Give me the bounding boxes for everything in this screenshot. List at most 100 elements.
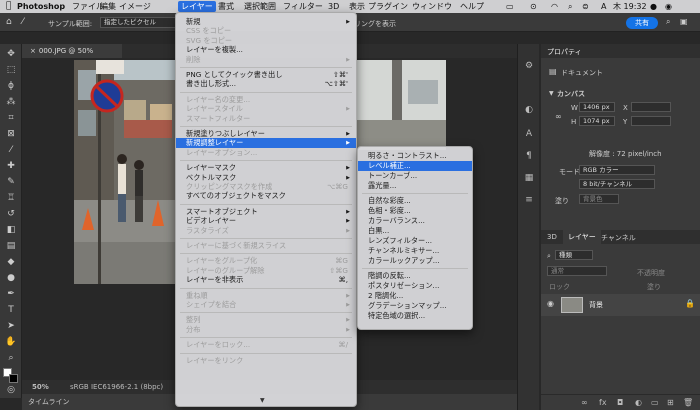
3d-tab[interactable]: 3D: [547, 233, 557, 241]
stamp-tool-icon[interactable]: ♖: [4, 192, 18, 204]
adjust_menu-item[interactable]: 色相・彩度...: [358, 206, 472, 216]
show-ring-label[interactable]: リングを表示: [354, 19, 396, 29]
layer-kind-filter[interactable]: 種類: [555, 250, 593, 260]
menu-edit[interactable]: 編集: [100, 1, 116, 12]
adjust_menu-item[interactable]: 2 階調化...: [358, 291, 472, 301]
adjust_menu-item[interactable]: グラデーションマップ...: [358, 301, 472, 311]
document-image[interactable]: [74, 60, 176, 284]
quick-select-tool-icon[interactable]: ⁂: [4, 96, 18, 108]
pen-tool-icon[interactable]: ✒: [4, 288, 18, 300]
blend-mode-select[interactable]: 通常: [547, 266, 607, 276]
document-image-right[interactable]: [356, 60, 446, 150]
eyedropper-tool-icon[interactable]: ⁄: [22, 17, 24, 27]
battery-icon[interactable]: ▭: [506, 1, 514, 12]
swatches-icon[interactable]: ≡: [523, 194, 535, 206]
share-button[interactable]: 共有: [626, 17, 658, 29]
chevron-down-icon[interactable]: ▼: [549, 90, 554, 97]
group-icon[interactable]: ▭: [651, 398, 659, 407]
bit-depth-select[interactable]: 8 bit/チャンネル: [579, 179, 655, 189]
background-color-swatch[interactable]: [9, 374, 18, 383]
adjust_menu-item[interactable]: トーンカーブ...: [358, 171, 472, 181]
link-icon[interactable]: ∞: [555, 112, 562, 121]
menu-image[interactable]: イメージ: [119, 1, 151, 12]
menu-scroll-down-icon[interactable]: ▼: [260, 397, 265, 404]
history-brush-icon[interactable]: ↺: [4, 208, 18, 220]
adjust_menu-item[interactable]: 自然な彩度...: [358, 196, 472, 206]
menu-type[interactable]: 書式: [218, 1, 234, 12]
adjust_menu-item[interactable]: 白黒...: [358, 226, 472, 236]
apple-icon[interactable]: : [6, 1, 11, 12]
close-tab-icon[interactable]: ×: [30, 47, 36, 55]
height-field[interactable]: 1074 px: [579, 116, 615, 126]
character-icon[interactable]: A: [523, 128, 535, 140]
quick-mask-icon[interactable]: ◎: [4, 384, 18, 396]
adjust_menu-item[interactable]: チャンネルミキサー...: [358, 246, 472, 256]
hand-tool-icon[interactable]: ✋: [4, 336, 18, 348]
zoom-level[interactable]: 50%: [32, 380, 49, 394]
blur-tool-icon[interactable]: ◆: [4, 256, 18, 268]
properties-panel-icon[interactable]: ⚙: [523, 60, 535, 72]
eraser-tool-icon[interactable]: ◧: [4, 224, 18, 236]
eyedropper-icon[interactable]: ⁄: [4, 144, 18, 156]
filter-search-icon[interactable]: ⌕: [547, 252, 551, 261]
adjust_menu-item[interactable]: カラーバランス...: [358, 216, 472, 226]
healing-brush-icon[interactable]: ✚: [4, 160, 18, 172]
document-tab[interactable]: ×000.JPG @ 50% (RGB/8) *: [22, 44, 122, 69]
adjust_menu-item[interactable]: ポスタリゼーション...: [358, 281, 472, 291]
path-select-icon[interactable]: ➤: [4, 320, 18, 332]
visibility-eye-icon[interactable]: ◉: [547, 299, 554, 308]
menu-view[interactable]: 表示: [349, 1, 365, 12]
type-tool-icon[interactable]: T: [4, 304, 18, 316]
crop-tool-icon[interactable]: ⌗: [4, 112, 18, 124]
layer_menu-item[interactable]: レイヤーを非表示 ⌘,: [176, 275, 356, 285]
input-a-icon[interactable]: A: [601, 1, 606, 12]
channels-tab[interactable]: チャンネル: [601, 233, 636, 243]
adjust_menu-item[interactable]: カラールックアップ...: [358, 256, 472, 266]
libraries-icon[interactable]: ▦: [523, 172, 535, 184]
controlcenter-icon[interactable]: ⊙: [530, 1, 537, 12]
menu-select[interactable]: 選択範囲: [244, 1, 276, 12]
search-icon[interactable]: ⌕: [666, 17, 670, 27]
menu-layer[interactable]: レイヤー: [178, 1, 216, 12]
adjustments-icon[interactable]: ◐: [523, 104, 535, 116]
add-mask-icon[interactable]: ◘: [617, 398, 623, 407]
properties-tab[interactable]: プロパティ: [547, 47, 582, 57]
siri-icon[interactable]: ●: [650, 1, 657, 12]
toggle-icon[interactable]: ⊜: [582, 1, 589, 12]
adjustment-layer-icon[interactable]: ◐: [635, 398, 642, 407]
flag-icon[interactable]: ◉: [665, 1, 672, 12]
lasso-tool-icon[interactable]: ϕ: [4, 80, 18, 92]
adjust_menu-item[interactable]: 特定色域の選択...: [358, 311, 472, 321]
adjust_menu-item[interactable]: 明るさ・コントラスト...: [358, 151, 472, 161]
adjust_menu-item[interactable]: レベル補正...: [358, 161, 472, 171]
marquee-tool-icon[interactable]: ⬚: [4, 64, 18, 76]
app-menu[interactable]: Photoshop: [17, 1, 65, 12]
menu-window[interactable]: ウィンドウ: [412, 1, 452, 12]
brush-tool-icon[interactable]: ✎: [4, 176, 18, 188]
menu-3d[interactable]: 3D: [328, 1, 339, 12]
layer_menu-item[interactable]: 書き出し形式... ⌥⇧⌘': [176, 79, 356, 89]
layer-row[interactable]: ◉ 背景 🔒: [541, 294, 700, 316]
layer_menu-item[interactable]: すべてのオブジェクトをマスク: [176, 191, 356, 201]
home-icon[interactable]: ⌂: [6, 17, 12, 27]
move-tool-icon[interactable]: ✥: [4, 48, 18, 60]
y-field[interactable]: [631, 116, 671, 126]
sample-size-select[interactable]: 指定したピクセル: [100, 17, 176, 28]
dodge-tool-icon[interactable]: ●: [4, 272, 18, 284]
adjust_menu-item[interactable]: レンズフィルター...: [358, 236, 472, 246]
layer-name[interactable]: 背景: [589, 300, 603, 310]
trash-icon[interactable]: 🗑: [683, 398, 693, 407]
link-layers-icon[interactable]: ∞: [581, 398, 588, 407]
frame-tool-icon[interactable]: ⊠: [4, 128, 18, 140]
menu-help[interactable]: ヘルプ: [460, 1, 484, 12]
adjust_menu-item[interactable]: 階調の反転...: [358, 271, 472, 281]
menu-plugins[interactable]: プラグイン: [368, 1, 408, 12]
zoom-tool-icon[interactable]: ⌕: [4, 352, 18, 364]
x-field[interactable]: [631, 102, 671, 112]
fx-icon[interactable]: fx: [599, 398, 607, 407]
width-field[interactable]: 1406 px: [579, 102, 615, 112]
adjust_menu-item[interactable]: 露光量...: [358, 181, 472, 191]
gradient-tool-icon[interactable]: ▤: [4, 240, 18, 252]
layers-tab[interactable]: レイヤー: [563, 230, 601, 244]
clock[interactable]: 木 19:32: [613, 1, 647, 12]
